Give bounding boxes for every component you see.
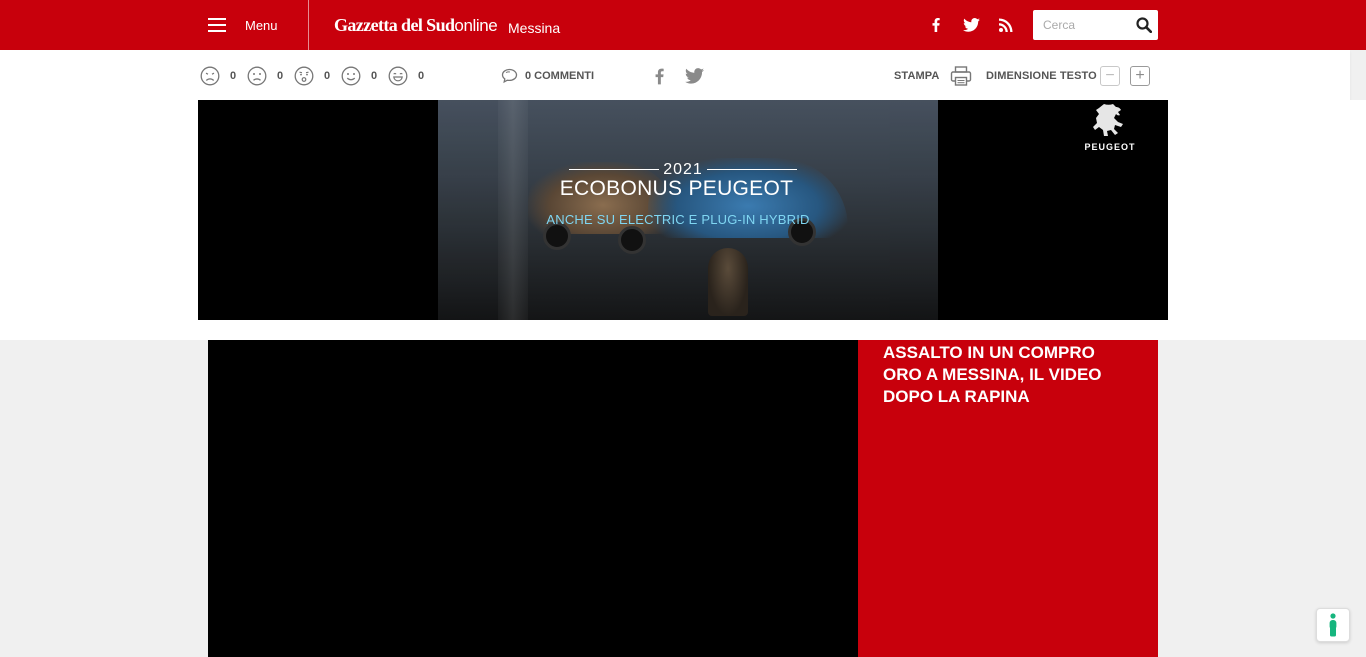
video-info-panel: ASSALTO IN UN COMPRO ORO A MESSINA, IL V… [858,340,1158,657]
facebook-icon [932,18,940,32]
surprised-face-icon [294,66,314,86]
twitter-share-button[interactable] [685,67,704,85]
reaction-sad[interactable]: 0 [247,66,283,86]
twitter-icon [685,68,704,84]
menu-button[interactable]: Menu [208,14,278,36]
logo-online-text: online [454,16,498,35]
video-title[interactable]: ASSALTO IN UN COMPRO ORO A MESSINA, IL V… [883,342,1133,408]
reaction-count: 0 [418,70,425,82]
ad-container: 2021 ECOBONUS PEUGEOT ANCHE SU ELECTRIC … [0,100,1366,340]
peugeot-ad-banner[interactable]: 2021 ECOBONUS PEUGEOT ANCHE SU ELECTRIC … [198,100,1168,320]
facebook-icon [655,68,664,84]
reaction-count: 0 [230,70,237,82]
increase-text-size-button[interactable]: + [1130,66,1150,86]
comment-icon [501,68,518,84]
smile-face-icon [341,66,361,86]
facebook-share-button[interactable] [655,67,664,85]
search-input[interactable] [1033,10,1133,40]
menu-label: Menu [245,17,278,33]
laugh-face-icon [388,66,408,86]
comments-count-label: 0 COMMENTI [525,70,595,82]
search-icon[interactable] [1136,17,1152,33]
article-toolbar: 0 0 0 0 0 0 COMMENTI STAMPA DIMENSIONE T… [0,50,1350,100]
ad-pillar-decoration [498,100,528,320]
site-logo[interactable]: Gazzetta del Sudonline [334,15,498,36]
print-label[interactable]: STAMPA [894,70,939,82]
reaction-count: 0 [277,70,284,82]
logo-main-text: Gazzetta del Sud [334,15,455,35]
peugeot-lion-icon [1093,104,1123,136]
printer-icon[interactable] [950,65,972,87]
accessibility-button[interactable] [1316,608,1350,642]
ad-title: ECOBONUS PEUGEOT [559,177,794,200]
rss-icon [999,18,1013,32]
reaction-count: 0 [371,70,378,82]
very-sad-face-icon [200,66,220,86]
hamburger-icon [208,18,226,32]
ad-wheel [618,226,646,254]
facebook-header-link[interactable] [929,15,943,35]
twitter-header-link[interactable] [961,15,981,35]
rss-header-link[interactable] [997,15,1015,35]
ad-subtitle: ANCHE SU ELECTRIC E PLUG-IN HYBRID [546,212,810,227]
peugeot-brand: PEUGEOT [1075,100,1145,156]
comments-link[interactable]: 0 COMMENTI [501,66,594,86]
ad-year: 2021 [663,161,703,178]
decrease-text-size-button[interactable]: − [1100,66,1120,86]
twitter-icon [962,18,980,32]
reaction-surprised[interactable]: 0 [294,66,330,86]
header-divider [308,0,309,50]
sad-face-icon [247,66,267,86]
ad-brand-name: PEUGEOT [1084,142,1136,152]
text-size-label: DIMENSIONE TESTO [986,70,1097,82]
reaction-laugh[interactable]: 0 [388,66,424,86]
reaction-very-sad[interactable]: 0 [200,66,236,86]
accessibility-figure-icon [1329,613,1337,637]
video-player[interactable] [208,340,858,657]
search-box [1033,10,1158,40]
reaction-count: 0 [324,70,331,82]
reaction-smile[interactable]: 0 [341,66,377,86]
city-edition-link[interactable]: Messina [508,20,560,36]
ad-person-figure [708,248,748,316]
top-header: Menu Gazzetta del Sudonline Messina [0,0,1366,50]
